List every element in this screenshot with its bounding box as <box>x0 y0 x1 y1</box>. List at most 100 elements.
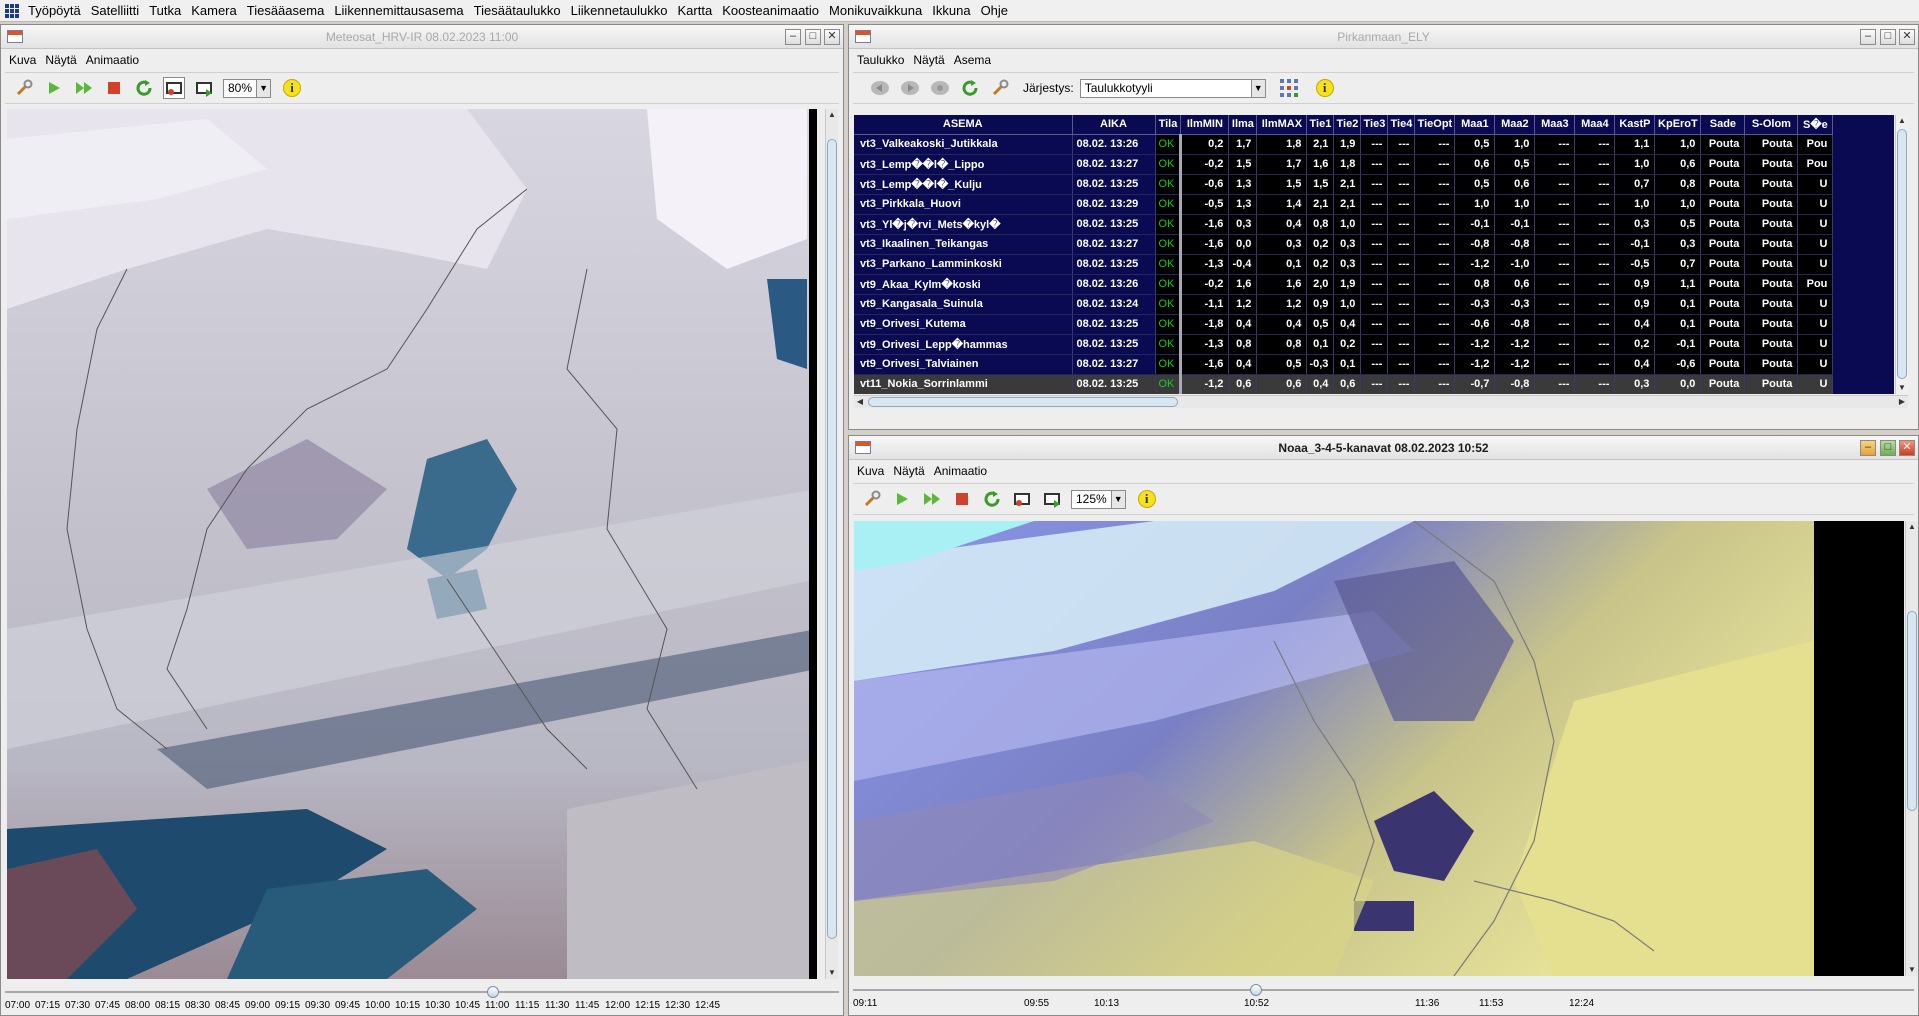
timeline-slider-knob[interactable] <box>1250 984 1262 996</box>
scroll-down-icon[interactable]: ▼ <box>826 967 838 979</box>
table-row[interactable]: vt3_Lemp��l�_Lippo 08.02. 13:27 OK -0,2 1,5 1… <box>854 154 1834 175</box>
refresh-icon[interactable] <box>959 77 981 99</box>
table-row[interactable]: vt9_Orivesi_Kutema 08.02. 13:25 OK -1,8 0,4 0… <box>854 314 1834 335</box>
close-button[interactable]: ✕ <box>824 29 840 45</box>
column-header[interactable]: Maa2 <box>1494 115 1536 135</box>
close-button[interactable]: ✕ <box>1899 29 1915 45</box>
refresh-icon[interactable] <box>133 77 155 99</box>
column-header[interactable]: Ilma <box>1228 115 1258 135</box>
column-header[interactable]: TieOpt <box>1414 115 1456 135</box>
info-icon[interactable]: i <box>1137 490 1156 508</box>
film-forward-icon[interactable] <box>1041 488 1063 510</box>
column-header[interactable]: Maa3 <box>1534 115 1576 135</box>
table-row[interactable]: vt9_Orivesi_Lepp�hammas 08.02. 13:25 OK -1,… <box>854 334 1834 355</box>
wrench-icon[interactable] <box>861 488 883 510</box>
column-header[interactable]: AIKA <box>1072 115 1156 135</box>
scroll-down-icon[interactable]: ▼ <box>1896 382 1908 394</box>
table-row[interactable]: vt3_Valkeakoski_Jutikkala 08.02. 13:26 OK 0… <box>854 134 1834 155</box>
minimize-button[interactable]: – <box>1860 440 1876 456</box>
scroll-up-icon[interactable]: ▲ <box>1906 521 1918 533</box>
column-header[interactable]: Tila <box>1155 115 1182 135</box>
image-vertical-scrollbar[interactable]: ▲ ▼ <box>825 109 838 979</box>
table-row[interactable]: vt11_Nokia_Sorrinlammi 08.02. 13:25 OK -1,2… <box>854 374 1834 394</box>
fast-forward-icon[interactable] <box>73 77 95 99</box>
menu-kamera[interactable]: Kamera <box>186 3 242 18</box>
window-titlebar[interactable]: Pirkanmaan_ELY – □ ✕ <box>849 25 1918 49</box>
column-header[interactable]: S-Olom <box>1744 115 1799 135</box>
table-row[interactable]: vt3_Yl�j�rvi_Mets�kyl� 08.02. 13:25 OK -1,6… <box>854 214 1834 235</box>
scroll-right-icon[interactable]: ▶ <box>1896 396 1908 408</box>
prev-icon[interactable] <box>869 77 891 99</box>
column-header[interactable]: Maa4 <box>1574 115 1616 135</box>
animation-timeline[interactable]: 07:00 07:15 07:30 07:45 08:00 08:15 08:3… <box>1 983 843 1013</box>
film-back-icon[interactable] <box>1011 488 1033 510</box>
image-vertical-scrollbar[interactable]: ▲ ▼ <box>1905 521 1918 976</box>
animation-timeline[interactable]: 09:11 09:55 10:13 10:52 11:36 11:53 12:2… <box>849 981 1918 1011</box>
wrench-icon[interactable] <box>13 77 35 99</box>
column-header[interactable]: Tie4 <box>1387 115 1416 135</box>
scroll-thumb[interactable] <box>1897 129 1907 379</box>
menu-monikuvaikkuna[interactable]: Monikuvaikkuna <box>824 3 927 18</box>
table-row[interactable]: vt3_Ikaalinen_Teikangas 08.02. 13:27 OK -1,… <box>854 234 1834 255</box>
film-forward-icon[interactable] <box>193 77 215 99</box>
scroll-thumb[interactable] <box>1907 611 1917 811</box>
column-header[interactable]: Tie2 <box>1333 115 1362 135</box>
maximize-button[interactable]: □ <box>805 29 821 45</box>
table-horizontal-scrollbar[interactable]: ◀ ▶ <box>854 395 1908 408</box>
column-header[interactable]: Sade <box>1700 115 1746 135</box>
table-row[interactable]: vt9_Kangasala_Suinula 08.02. 13:24 OK -1,1 1… <box>854 294 1834 315</box>
menu-kuva[interactable]: Kuva <box>857 464 884 478</box>
scroll-thumb[interactable] <box>827 139 837 939</box>
next-icon[interactable] <box>899 77 921 99</box>
table-row[interactable]: vt9_Akaa_Kylm�koski 08.02. 13:26 OK -0,2 1,6… <box>854 274 1834 295</box>
table-row[interactable]: vt9_Orivesi_Talviainen 08.02. 13:27 OK -1,6… <box>854 354 1834 375</box>
menu-tiesaaasema[interactable]: Tiesääasema <box>242 3 330 18</box>
grid-settings-icon[interactable] <box>1278 77 1300 99</box>
play-icon[interactable] <box>891 488 913 510</box>
zoom-select[interactable]: 80% ▼ <box>223 78 272 98</box>
film-back-icon[interactable] <box>163 77 185 99</box>
timeline-slider-knob[interactable] <box>487 986 499 998</box>
menu-nayta[interactable]: Näytä <box>913 53 944 67</box>
menu-liikennemittausasema[interactable]: Liikennemittausasema <box>329 3 468 18</box>
stop-icon[interactable] <box>951 488 973 510</box>
column-header[interactable]: IlmMIN <box>1180 115 1230 135</box>
fast-forward-icon[interactable] <box>921 488 943 510</box>
menu-asema[interactable]: Asema <box>954 53 991 67</box>
stop-icon[interactable] <box>103 77 125 99</box>
info-icon[interactable]: i <box>1315 79 1334 97</box>
minimize-button[interactable]: – <box>785 29 801 45</box>
table-row[interactable]: vt3_Lemp��l�_Kulju 08.02. 13:25 OK -0,6 1,3 1… <box>854 174 1834 195</box>
column-header[interactable]: KpEroT <box>1654 115 1702 135</box>
window-titlebar[interactable]: Meteosat_HRV-IR 08.02.2023 11:00 – □ ✕ <box>1 25 843 49</box>
column-header[interactable]: Tie3 <box>1360 115 1389 135</box>
menu-koosteanimaatio[interactable]: Koosteanimaatio <box>717 3 824 18</box>
refresh-icon[interactable] <box>981 488 1003 510</box>
menu-nayta[interactable]: Näytä <box>45 53 76 67</box>
zoom-select[interactable]: 125% ▼ <box>1071 489 1126 509</box>
noaa-satellite-image[interactable] <box>854 521 1904 976</box>
scroll-left-icon[interactable]: ◀ <box>854 396 866 408</box>
menu-tutka[interactable]: Tutka <box>144 3 186 18</box>
scroll-up-icon[interactable]: ▲ <box>826 109 838 121</box>
maximize-button[interactable]: □ <box>1880 29 1896 45</box>
meteosat-satellite-image[interactable] <box>7 109 817 979</box>
close-button[interactable]: ✕ <box>1899 440 1915 456</box>
menu-satelliitti[interactable]: Satelliitti <box>86 3 144 18</box>
menu-tiesaataulukko[interactable]: Tiesäätaulukko <box>469 3 566 18</box>
menu-ikkuna[interactable]: Ikkuna <box>927 3 975 18</box>
scroll-thumb[interactable] <box>868 397 1178 407</box>
menu-animaatio[interactable]: Animaatio <box>86 53 139 67</box>
menu-liikennetaulukko[interactable]: Liikennetaulukko <box>566 3 673 18</box>
sort-select[interactable]: Taulukkotyyli ▼ <box>1079 78 1266 98</box>
column-header[interactable]: Tie1 <box>1306 115 1335 135</box>
table-row[interactable]: vt3_Parkano_Lamminkoski 08.02. 13:25 OK -1,… <box>854 254 1834 275</box>
scroll-down-icon[interactable]: ▼ <box>1906 964 1918 976</box>
column-header[interactable]: S�e <box>1797 115 1834 135</box>
pause-icon[interactable] <box>929 77 951 99</box>
minimize-button[interactable]: – <box>1860 29 1876 45</box>
column-header[interactable]: ASEMA <box>854 115 1073 135</box>
info-icon[interactable]: i <box>283 79 302 97</box>
play-icon[interactable] <box>43 77 65 99</box>
window-titlebar[interactable]: Noaa_3-4-5-kanavat 08.02.2023 10:52 – □ … <box>849 436 1918 460</box>
